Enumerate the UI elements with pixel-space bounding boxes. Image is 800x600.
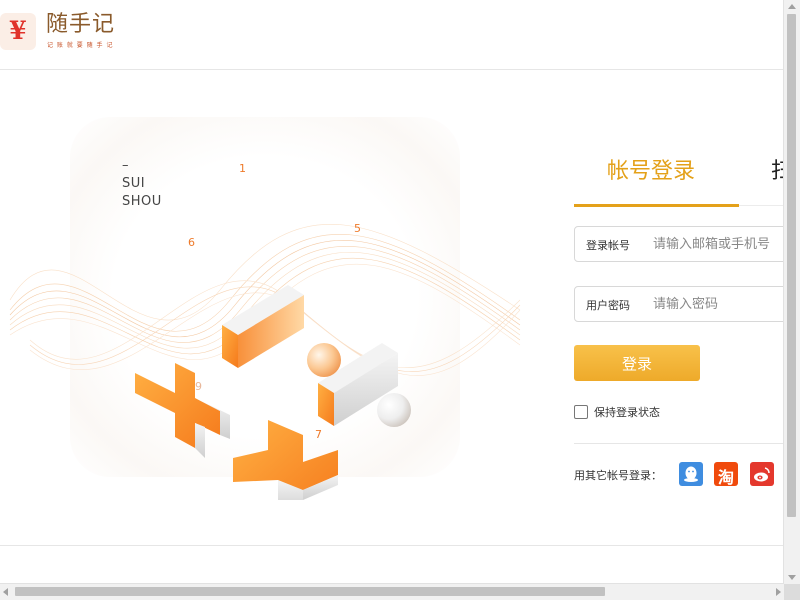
remember-checkbox[interactable] — [574, 405, 588, 419]
hero-illustration: – SUI SHOU 1 5 6 9 7 — [0, 100, 540, 500]
vertical-scrollbar[interactable] — [783, 0, 800, 584]
login-tabs: 帐号登录 扫 — [574, 140, 793, 207]
hero-number: 6 — [188, 236, 195, 249]
account-input[interactable] — [653, 234, 783, 254]
horizontal-scroll-thumb[interactable] — [15, 587, 605, 596]
password-input[interactable] — [653, 294, 783, 314]
hero-number: 1 — [239, 162, 246, 175]
brand-line-1: SUI — [122, 176, 146, 191]
account-field: 登录帐号 — [574, 226, 796, 262]
weibo-glyph — [754, 467, 770, 482]
weibo-icon[interactable] — [750, 462, 774, 486]
brand-dash: – — [122, 158, 129, 173]
taobao-icon[interactable]: 淘 — [714, 462, 738, 487]
tab-account-login-label: 帐号登录 — [607, 159, 696, 184]
scroll-left-icon[interactable] — [3, 588, 8, 596]
logo-slogan: 记 账 就 要 随 手 记 — [47, 42, 114, 49]
account-field-label: 登录帐号 — [586, 239, 630, 252]
other-login-label: 用其它帐号登录： — [574, 469, 662, 482]
taobao-glyph: 淘 — [717, 468, 734, 487]
remember-label: 保持登录状态 — [594, 406, 660, 419]
scroll-down-icon[interactable] — [788, 575, 796, 580]
hero-number: 5 — [354, 222, 361, 235]
password-field: 用户密码 — [574, 286, 796, 322]
logo-title[interactable]: 随手记 — [46, 12, 115, 38]
tab-account-login[interactable]: 帐号登录 — [574, 140, 739, 207]
scrollbar-corner — [784, 584, 800, 600]
scroll-up-icon[interactable] — [788, 4, 796, 9]
horizontal-scrollbar[interactable] — [0, 583, 784, 600]
footer-divider — [0, 545, 784, 546]
logo-symbol: ¥ — [9, 16, 27, 45]
scroll-right-icon[interactable] — [776, 588, 781, 596]
plus-block-icon — [233, 420, 338, 500]
top-bar: ¥ 随手记 记 账 就 要 随 手 记 — [0, 0, 784, 70]
brand-line-2: SHOU — [122, 194, 162, 209]
qq-glyph — [684, 466, 698, 482]
sphere-icon — [377, 393, 411, 427]
qq-icon[interactable] — [679, 462, 703, 486]
vertical-scroll-thumb[interactable] — [787, 14, 796, 517]
plus-block-icon — [135, 363, 230, 458]
sphere-icon — [307, 343, 341, 377]
login-button[interactable]: 登录 — [574, 345, 700, 381]
brand-text: – SUI SHOU — [122, 157, 162, 211]
hero-number: 7 — [315, 428, 322, 441]
password-field-label: 用户密码 — [586, 299, 630, 312]
minus-block-icon — [222, 285, 304, 368]
logo-icon[interactable]: ¥ — [0, 13, 36, 50]
hero-number: 9 — [195, 380, 202, 393]
divider — [574, 443, 784, 444]
hero-art — [9, 223, 521, 500]
